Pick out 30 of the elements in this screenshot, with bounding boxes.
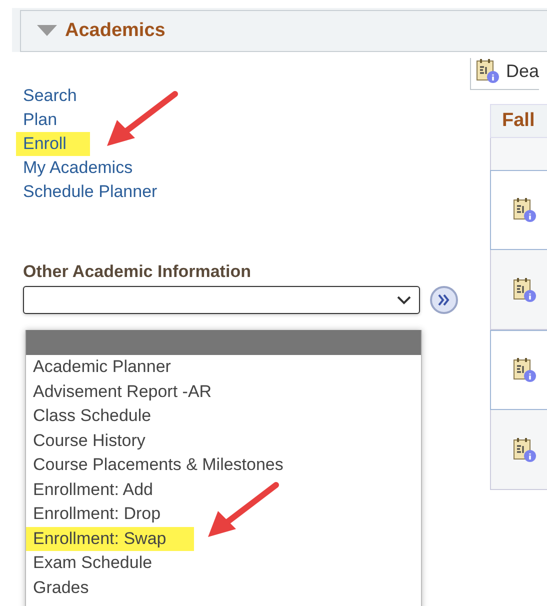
calendar-info-icon	[513, 436, 537, 462]
nav-link[interactable]: My Academics	[21, 156, 135, 180]
dropdown-option[interactable]: Course History	[26, 428, 152, 453]
collapse-triangle-icon[interactable]	[37, 25, 57, 37]
calendar-info-icon	[513, 197, 537, 223]
section-header[interactable]: Academics	[20, 10, 547, 52]
dropdown-option[interactable]: Academic Planner	[26, 355, 178, 380]
chevron-down-icon	[397, 296, 411, 304]
dropdown-field[interactable]	[23, 286, 420, 314]
deadlines-button[interactable]: Dea	[470, 58, 540, 90]
dropdown-option[interactable]: Course Placements & Milestones	[26, 453, 290, 478]
calendar-info-icon	[476, 58, 500, 84]
dropdown-option[interactable]: Enrollment: Drop	[26, 502, 168, 526]
nav-link[interactable]: Plan	[21, 108, 60, 132]
calendar-info-icon	[513, 357, 537, 383]
nav-link[interactable]: Search	[21, 84, 79, 108]
calendar-info-icon	[513, 276, 537, 302]
dropdown-option[interactable]: Enrollment: Add	[26, 478, 160, 502]
dropdown-option[interactable]: Enrollment: Swap	[26, 526, 194, 551]
dropdown-option[interactable]: Exam Schedule	[26, 551, 160, 576]
term-title: Fall	[502, 110, 535, 132]
dropdown-option[interactable]: Advisement Report -AR	[26, 380, 219, 404]
nav-link[interactable]: Enroll	[16, 132, 90, 156]
dropdown-option[interactable]: Grades	[26, 576, 96, 600]
double-chevron-icon	[437, 294, 451, 306]
nav-link[interactable]: Schedule Planner	[21, 180, 160, 204]
field-label: Other Academic Information	[23, 262, 252, 282]
dropdown-option[interactable]: Class Schedule	[26, 404, 158, 428]
go-button[interactable]	[430, 286, 458, 314]
section-title: Academics	[65, 20, 166, 42]
